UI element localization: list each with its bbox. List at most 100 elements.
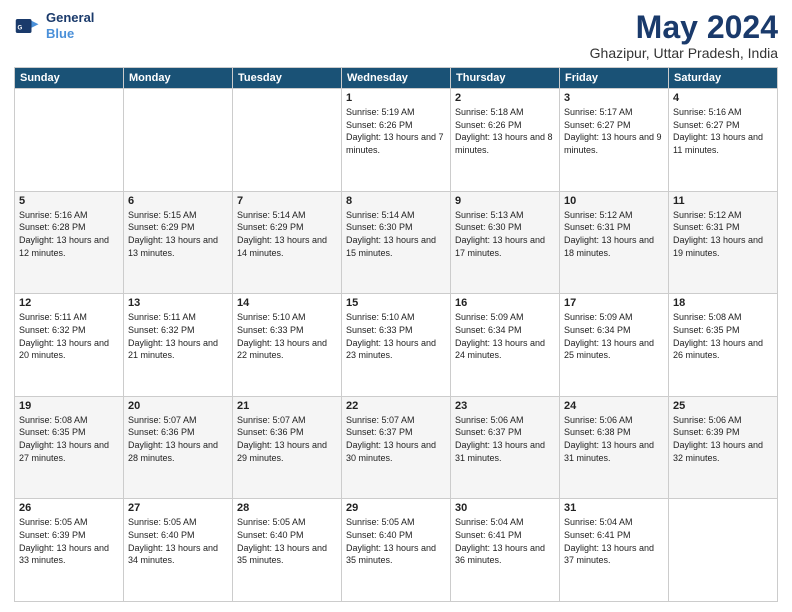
day-info: Sunrise: 5:16 AMSunset: 6:28 PMDaylight:…	[19, 209, 119, 259]
day-info: Sunrise: 5:11 AMSunset: 6:32 PMDaylight:…	[19, 311, 119, 361]
col-wednesday: Wednesday	[342, 68, 451, 89]
table-cell: 15 Sunrise: 5:10 AMSunset: 6:33 PMDaylig…	[342, 294, 451, 397]
day-number: 27	[128, 502, 228, 514]
header: G General Blue May 2024 Ghazipur, Uttar …	[14, 10, 778, 61]
day-info: Sunrise: 5:05 AMSunset: 6:40 PMDaylight:…	[346, 516, 446, 566]
day-number: 11	[673, 195, 773, 207]
table-cell: 12 Sunrise: 5:11 AMSunset: 6:32 PMDaylig…	[15, 294, 124, 397]
page: G General Blue May 2024 Ghazipur, Uttar …	[0, 0, 792, 612]
col-tuesday: Tuesday	[233, 68, 342, 89]
header-row: Sunday Monday Tuesday Wednesday Thursday…	[15, 68, 778, 89]
table-cell	[233, 89, 342, 192]
week-row-2: 5 Sunrise: 5:16 AMSunset: 6:28 PMDayligh…	[15, 191, 778, 294]
day-info: Sunrise: 5:07 AMSunset: 6:36 PMDaylight:…	[237, 414, 337, 464]
day-number: 25	[673, 400, 773, 412]
table-cell: 18 Sunrise: 5:08 AMSunset: 6:35 PMDaylig…	[669, 294, 778, 397]
day-number: 23	[455, 400, 555, 412]
table-cell: 21 Sunrise: 5:07 AMSunset: 6:36 PMDaylig…	[233, 396, 342, 499]
table-cell: 14 Sunrise: 5:10 AMSunset: 6:33 PMDaylig…	[233, 294, 342, 397]
day-info: Sunrise: 5:04 AMSunset: 6:41 PMDaylight:…	[564, 516, 664, 566]
day-number: 10	[564, 195, 664, 207]
col-saturday: Saturday	[669, 68, 778, 89]
day-number: 29	[346, 502, 446, 514]
day-info: Sunrise: 5:04 AMSunset: 6:41 PMDaylight:…	[455, 516, 555, 566]
week-row-4: 19 Sunrise: 5:08 AMSunset: 6:35 PMDaylig…	[15, 396, 778, 499]
day-info: Sunrise: 5:10 AMSunset: 6:33 PMDaylight:…	[237, 311, 337, 361]
table-cell: 3 Sunrise: 5:17 AMSunset: 6:27 PMDayligh…	[560, 89, 669, 192]
logo: G General Blue	[14, 10, 94, 41]
table-cell	[15, 89, 124, 192]
day-info: Sunrise: 5:16 AMSunset: 6:27 PMDaylight:…	[673, 106, 773, 156]
table-cell: 23 Sunrise: 5:06 AMSunset: 6:37 PMDaylig…	[451, 396, 560, 499]
table-cell: 13 Sunrise: 5:11 AMSunset: 6:32 PMDaylig…	[124, 294, 233, 397]
day-number: 5	[19, 195, 119, 207]
day-info: Sunrise: 5:14 AMSunset: 6:30 PMDaylight:…	[346, 209, 446, 259]
day-info: Sunrise: 5:07 AMSunset: 6:36 PMDaylight:…	[128, 414, 228, 464]
day-info: Sunrise: 5:14 AMSunset: 6:29 PMDaylight:…	[237, 209, 337, 259]
table-cell: 8 Sunrise: 5:14 AMSunset: 6:30 PMDayligh…	[342, 191, 451, 294]
table-cell: 4 Sunrise: 5:16 AMSunset: 6:27 PMDayligh…	[669, 89, 778, 192]
day-info: Sunrise: 5:15 AMSunset: 6:29 PMDaylight:…	[128, 209, 228, 259]
table-cell: 22 Sunrise: 5:07 AMSunset: 6:37 PMDaylig…	[342, 396, 451, 499]
svg-text:G: G	[18, 24, 23, 31]
day-number: 7	[237, 195, 337, 207]
col-sunday: Sunday	[15, 68, 124, 89]
day-number: 2	[455, 92, 555, 104]
day-number: 12	[19, 297, 119, 309]
day-number: 20	[128, 400, 228, 412]
day-number: 4	[673, 92, 773, 104]
day-info: Sunrise: 5:09 AMSunset: 6:34 PMDaylight:…	[564, 311, 664, 361]
day-number: 26	[19, 502, 119, 514]
table-cell: 7 Sunrise: 5:14 AMSunset: 6:29 PMDayligh…	[233, 191, 342, 294]
day-info: Sunrise: 5:09 AMSunset: 6:34 PMDaylight:…	[455, 311, 555, 361]
day-number: 15	[346, 297, 446, 309]
day-info: Sunrise: 5:05 AMSunset: 6:40 PMDaylight:…	[128, 516, 228, 566]
table-cell: 27 Sunrise: 5:05 AMSunset: 6:40 PMDaylig…	[124, 499, 233, 602]
table-cell: 1 Sunrise: 5:19 AMSunset: 6:26 PMDayligh…	[342, 89, 451, 192]
logo-line1: General	[46, 10, 94, 26]
day-number: 8	[346, 195, 446, 207]
table-cell: 28 Sunrise: 5:05 AMSunset: 6:40 PMDaylig…	[233, 499, 342, 602]
day-number: 22	[346, 400, 446, 412]
day-info: Sunrise: 5:06 AMSunset: 6:37 PMDaylight:…	[455, 414, 555, 464]
day-number: 19	[19, 400, 119, 412]
logo-text: General Blue	[46, 10, 94, 41]
day-info: Sunrise: 5:17 AMSunset: 6:27 PMDaylight:…	[564, 106, 664, 156]
title-block: May 2024 Ghazipur, Uttar Pradesh, India	[590, 10, 778, 61]
day-number: 30	[455, 502, 555, 514]
week-row-1: 1 Sunrise: 5:19 AMSunset: 6:26 PMDayligh…	[15, 89, 778, 192]
day-number: 9	[455, 195, 555, 207]
table-cell: 30 Sunrise: 5:04 AMSunset: 6:41 PMDaylig…	[451, 499, 560, 602]
table-cell: 25 Sunrise: 5:06 AMSunset: 6:39 PMDaylig…	[669, 396, 778, 499]
logo-icon: G	[14, 12, 42, 40]
day-info: Sunrise: 5:13 AMSunset: 6:30 PMDaylight:…	[455, 209, 555, 259]
calendar-table: Sunday Monday Tuesday Wednesday Thursday…	[14, 67, 778, 602]
logo-line2: Blue	[46, 26, 74, 41]
day-number: 21	[237, 400, 337, 412]
day-info: Sunrise: 5:18 AMSunset: 6:26 PMDaylight:…	[455, 106, 555, 156]
subtitle: Ghazipur, Uttar Pradesh, India	[590, 45, 778, 61]
day-info: Sunrise: 5:05 AMSunset: 6:39 PMDaylight:…	[19, 516, 119, 566]
day-info: Sunrise: 5:06 AMSunset: 6:38 PMDaylight:…	[564, 414, 664, 464]
table-cell: 10 Sunrise: 5:12 AMSunset: 6:31 PMDaylig…	[560, 191, 669, 294]
day-number: 16	[455, 297, 555, 309]
day-info: Sunrise: 5:11 AMSunset: 6:32 PMDaylight:…	[128, 311, 228, 361]
table-cell: 26 Sunrise: 5:05 AMSunset: 6:39 PMDaylig…	[15, 499, 124, 602]
day-number: 14	[237, 297, 337, 309]
month-title: May 2024	[590, 10, 778, 45]
table-cell: 11 Sunrise: 5:12 AMSunset: 6:31 PMDaylig…	[669, 191, 778, 294]
table-cell	[124, 89, 233, 192]
day-info: Sunrise: 5:06 AMSunset: 6:39 PMDaylight:…	[673, 414, 773, 464]
day-info: Sunrise: 5:19 AMSunset: 6:26 PMDaylight:…	[346, 106, 446, 156]
day-number: 6	[128, 195, 228, 207]
table-cell	[669, 499, 778, 602]
col-thursday: Thursday	[451, 68, 560, 89]
table-cell: 24 Sunrise: 5:06 AMSunset: 6:38 PMDaylig…	[560, 396, 669, 499]
table-cell: 2 Sunrise: 5:18 AMSunset: 6:26 PMDayligh…	[451, 89, 560, 192]
day-info: Sunrise: 5:07 AMSunset: 6:37 PMDaylight:…	[346, 414, 446, 464]
col-friday: Friday	[560, 68, 669, 89]
table-cell: 16 Sunrise: 5:09 AMSunset: 6:34 PMDaylig…	[451, 294, 560, 397]
table-cell: 31 Sunrise: 5:04 AMSunset: 6:41 PMDaylig…	[560, 499, 669, 602]
table-cell: 19 Sunrise: 5:08 AMSunset: 6:35 PMDaylig…	[15, 396, 124, 499]
day-info: Sunrise: 5:12 AMSunset: 6:31 PMDaylight:…	[564, 209, 664, 259]
